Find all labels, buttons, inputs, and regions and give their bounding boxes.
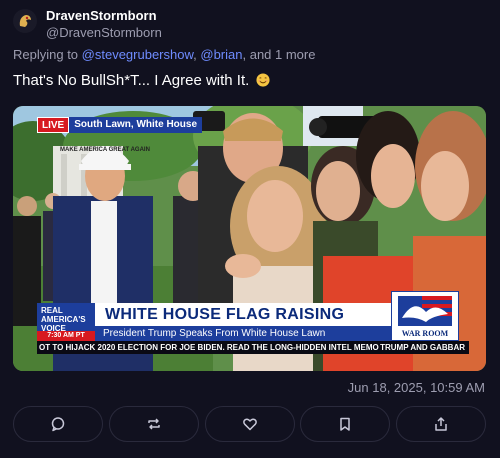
- repost-icon: [148, 418, 160, 430]
- smiling-face-emoji-icon: [256, 73, 271, 87]
- bookmark-icon: [340, 417, 350, 431]
- action-bar: [13, 406, 486, 444]
- dragon-avatar-icon: [13, 9, 37, 33]
- comment-button[interactable]: [13, 406, 103, 442]
- comment-icon: [51, 417, 65, 432]
- ticker-left: OT TO HIJACK 2020 ELECTION FOR JOE BIDEN…: [39, 343, 379, 352]
- subheadline: President Trump Speaks From White House …: [95, 326, 391, 341]
- headline: WHITE HOUSE FLAG RAISING: [95, 303, 391, 326]
- user-handle[interactable]: @DravenStormborn: [46, 25, 162, 40]
- post-text: That's No BullSh*T... I Agree with It.: [13, 72, 271, 89]
- eagle-flag-icon: [398, 296, 452, 326]
- live-label: LIVE: [37, 117, 70, 133]
- display-name[interactable]: DravenStormborn: [46, 8, 157, 23]
- repost-button[interactable]: [108, 406, 199, 442]
- share-button[interactable]: [396, 406, 486, 442]
- ticker-right: TRUMP AND GABBAR: [380, 343, 465, 352]
- mention-stevegrubershow[interactable]: @stevegrubershow: [82, 47, 193, 62]
- avatar[interactable]: [13, 9, 37, 33]
- network-time: 7:30 AM PT: [37, 331, 95, 341]
- location-label: South Lawn, White House: [69, 117, 203, 133]
- network-name: REAL AMERICA'S VOICE: [41, 306, 86, 333]
- bookmark-button[interactable]: [300, 406, 391, 442]
- hat-text: MAKE AMERICA GREAT AGAIN: [60, 147, 150, 153]
- warroom-logo: WAR ROOM: [391, 291, 459, 341]
- live-badge: LIVE South Lawn, White House: [37, 117, 203, 133]
- media-video[interactable]: MAKE AMERICA GREAT AGAIN LIVE South Lawn…: [13, 106, 486, 371]
- lower-third: REAL AMERICA'S VOICE 7:30 AM PT WHITE HO…: [37, 291, 469, 356]
- post-timestamp[interactable]: Jun 18, 2025, 10:59 AM: [348, 380, 485, 395]
- reply-context: Replying to @stevegrubershow, @brian, an…: [13, 47, 315, 62]
- reply-suffix[interactable]: , and 1 more: [242, 47, 315, 62]
- share-icon: [435, 417, 447, 431]
- post-body: That's No BullSh*T... I Agree with It.: [13, 72, 250, 89]
- mention-brian[interactable]: @brian: [200, 47, 242, 62]
- heart-icon: [242, 418, 257, 431]
- show-logo-text: WAR ROOM: [401, 329, 449, 338]
- news-ticker: OT TO HIJACK 2020 ELECTION FOR JOE BIDEN…: [37, 341, 469, 354]
- like-button[interactable]: [204, 406, 295, 442]
- network-logo: REAL AMERICA'S VOICE 7:30 AM PT: [37, 303, 95, 341]
- reply-prefix: Replying to: [13, 47, 82, 62]
